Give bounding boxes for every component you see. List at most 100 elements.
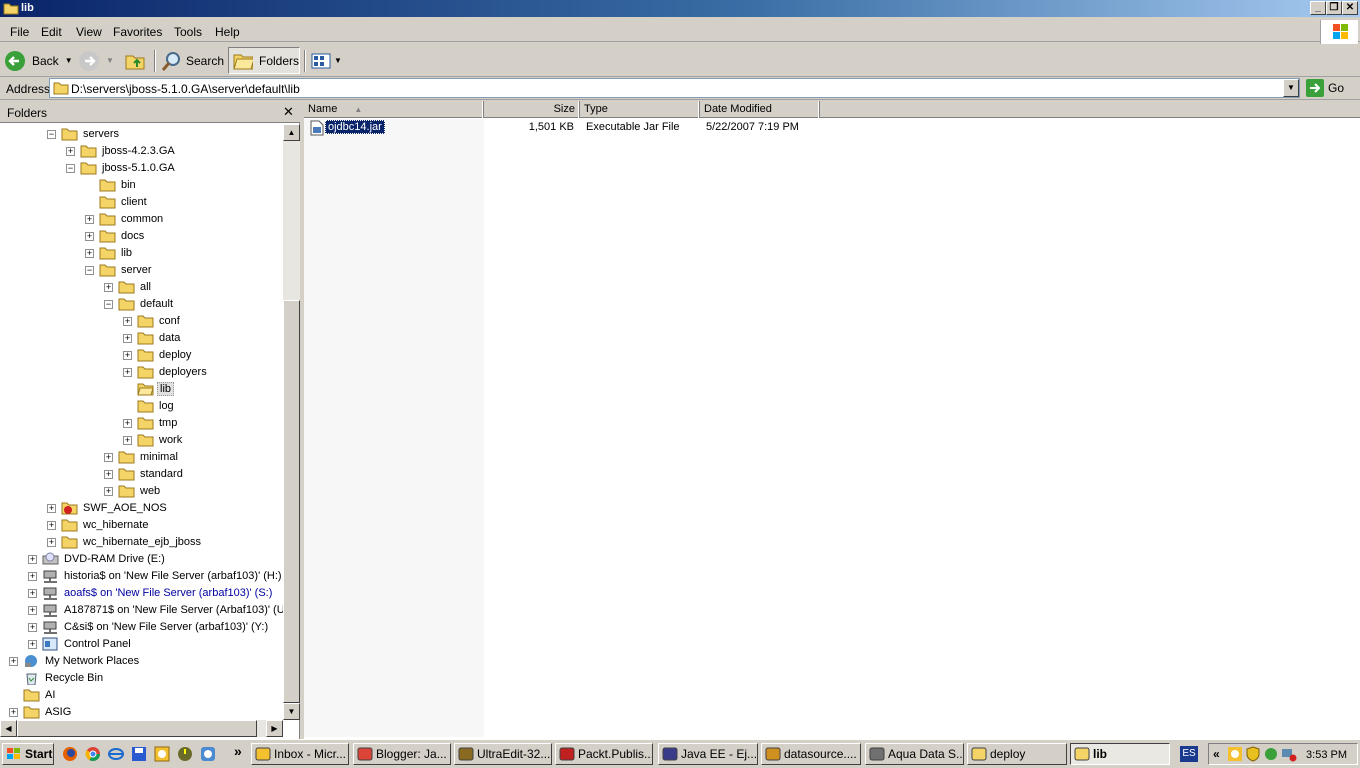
- tree-node[interactable]: lib: [0, 381, 283, 398]
- tree-node[interactable]: + A187871$ on 'New File Server (Arbaf103)…: [0, 602, 283, 619]
- menu-help[interactable]: Help: [215, 25, 240, 39]
- back-button[interactable]: Back ▼: [4, 47, 76, 74]
- tree-node-label[interactable]: wc_hibernate: [81, 519, 150, 531]
- tree-node-label[interactable]: tmp: [157, 417, 179, 429]
- tree-node[interactable]: + docs: [0, 228, 283, 245]
- expand-icon[interactable]: +: [66, 147, 75, 156]
- expand-icon[interactable]: +: [28, 572, 37, 581]
- tree-node[interactable]: + web: [0, 483, 283, 500]
- tree-node[interactable]: + minimal: [0, 449, 283, 466]
- scroll-left-icon[interactable]: ◀: [0, 720, 17, 737]
- tree-node[interactable]: + historia$ on 'New File Server (arbaf103…: [0, 568, 283, 585]
- ie-icon[interactable]: [108, 746, 124, 762]
- expand-icon[interactable]: +: [104, 487, 113, 496]
- tree-node-label[interactable]: common: [119, 213, 165, 225]
- folders-button[interactable]: Folders: [228, 47, 300, 74]
- expand-icon[interactable]: +: [123, 368, 132, 377]
- file-name[interactable]: ojdbc14.jar: [325, 120, 385, 134]
- tree-node-label[interactable]: deployers: [157, 366, 209, 378]
- collapse-icon[interactable]: −: [85, 266, 94, 275]
- tray-collapse-icon[interactable]: «: [1213, 747, 1220, 761]
- taskbar-button[interactable]: Java EE - Ej...: [658, 743, 758, 765]
- save-disk-icon[interactable]: [131, 746, 147, 762]
- expand-icon[interactable]: +: [47, 521, 56, 530]
- network-disconnected-icon[interactable]: [1281, 746, 1297, 762]
- scroll-down-icon[interactable]: ▼: [283, 703, 300, 720]
- expand-icon[interactable]: +: [47, 504, 56, 513]
- taskbar-button[interactable]: deploy: [967, 743, 1067, 765]
- expand-icon[interactable]: +: [123, 334, 132, 343]
- tree-node-label[interactable]: log: [157, 400, 176, 412]
- tree-node-label[interactable]: A187871$ on 'New File Server (Arbaf103)'…: [62, 604, 283, 616]
- tree-node-label[interactable]: docs: [119, 230, 146, 242]
- file-row[interactable]: ojdbc14.jar 1,501 KB Executable Jar File…: [304, 119, 1360, 136]
- expand-icon[interactable]: +: [28, 589, 37, 598]
- tree-node-label[interactable]: data: [157, 332, 182, 344]
- taskbar-button[interactable]: lib: [1070, 743, 1170, 765]
- shield-icon[interactable]: [1245, 746, 1261, 762]
- close-pane-icon[interactable]: ✕: [283, 104, 294, 120]
- expand-icon[interactable]: +: [123, 317, 132, 326]
- expand-icon[interactable]: +: [123, 419, 132, 428]
- tree-node[interactable]: client: [0, 194, 283, 211]
- column-type[interactable]: Type: [580, 101, 700, 118]
- menu-edit[interactable]: Edit: [41, 25, 62, 39]
- tree-node[interactable]: + ASIG: [0, 704, 283, 720]
- chrome-icon[interactable]: [85, 746, 101, 762]
- address-dropdown-icon[interactable]: ▼: [1283, 79, 1299, 97]
- tree-node-label[interactable]: work: [157, 434, 184, 446]
- collapse-icon[interactable]: −: [66, 164, 75, 173]
- column-name[interactable]: Name ▲: [304, 101, 484, 118]
- tree-node[interactable]: + all: [0, 279, 283, 296]
- scroll-thumb[interactable]: [17, 720, 257, 737]
- expand-icon[interactable]: +: [28, 606, 37, 615]
- power-icon[interactable]: [177, 746, 193, 762]
- tree-node[interactable]: + common: [0, 211, 283, 228]
- clock-tray-icon[interactable]: [1227, 746, 1243, 762]
- forward-dropdown-icon[interactable]: ▼: [106, 56, 114, 65]
- expand-icon[interactable]: +: [123, 351, 132, 360]
- tree-node-label[interactable]: ASIG: [43, 706, 73, 718]
- tree-node[interactable]: − jboss-5.1.0.GA: [0, 160, 283, 177]
- search-button[interactable]: Search: [160, 47, 224, 74]
- expand-icon[interactable]: +: [28, 640, 37, 649]
- minimize-button[interactable]: _: [1310, 1, 1326, 15]
- tree-node-label[interactable]: Recycle Bin: [43, 672, 105, 684]
- tree-node[interactable]: + conf: [0, 313, 283, 330]
- tree-node-label[interactable]: DVD-RAM Drive (E:): [62, 553, 167, 565]
- tree-node[interactable]: + work: [0, 432, 283, 449]
- tree-node-label[interactable]: aoafs$ on 'New File Server (arbaf103)' (…: [62, 587, 274, 599]
- menu-view[interactable]: View: [76, 25, 102, 39]
- tree-node-label[interactable]: server: [119, 264, 154, 276]
- tree-node[interactable]: − default: [0, 296, 283, 313]
- taskbar-button[interactable]: Packt.Publis...: [555, 743, 653, 765]
- tree-node-label[interactable]: Control Panel: [62, 638, 133, 650]
- tree-node-label[interactable]: jboss-4.2.3.GA: [100, 145, 177, 157]
- column-date-modified[interactable]: Date Modified: [700, 101, 820, 118]
- tree-node[interactable]: + deployers: [0, 364, 283, 381]
- tree-node-label[interactable]: bin: [119, 179, 138, 191]
- expand-icon[interactable]: +: [28, 555, 37, 564]
- views-dropdown-icon[interactable]: ▼: [334, 56, 342, 65]
- tree-node-label[interactable]: deploy: [157, 349, 193, 361]
- title-bar[interactable]: lib _ ❐ ✕: [0, 0, 1360, 17]
- tree-node-label[interactable]: conf: [157, 315, 182, 327]
- tree-node[interactable]: log: [0, 398, 283, 415]
- tree-node[interactable]: + wc_hibernate: [0, 517, 283, 534]
- tree-node[interactable]: + data: [0, 330, 283, 347]
- tree-node-label[interactable]: default: [138, 298, 175, 310]
- tree-node[interactable]: + Control Panel: [0, 636, 283, 653]
- forward-button[interactable]: ▼: [78, 47, 118, 74]
- tree-node-label[interactable]: web: [138, 485, 162, 497]
- tree-node[interactable]: + tmp: [0, 415, 283, 432]
- tree-node-label[interactable]: C&si$ on 'New File Server (arbaf103)' (Y…: [62, 621, 270, 633]
- tree-node[interactable]: − server: [0, 262, 283, 279]
- tree-node-label[interactable]: client: [119, 196, 149, 208]
- collapse-icon[interactable]: −: [104, 300, 113, 309]
- tree-node-label[interactable]: SWF_AOE_NOS: [81, 502, 169, 514]
- tree-node[interactable]: + wc_hibernate_ejb_jboss: [0, 534, 283, 551]
- tree-node-label[interactable]: lib: [119, 247, 134, 259]
- tree-node-label[interactable]: all: [138, 281, 153, 293]
- tree-node-label[interactable]: historia$ on 'New File Server (arbaf103)…: [62, 570, 283, 582]
- tree-node[interactable]: bin: [0, 177, 283, 194]
